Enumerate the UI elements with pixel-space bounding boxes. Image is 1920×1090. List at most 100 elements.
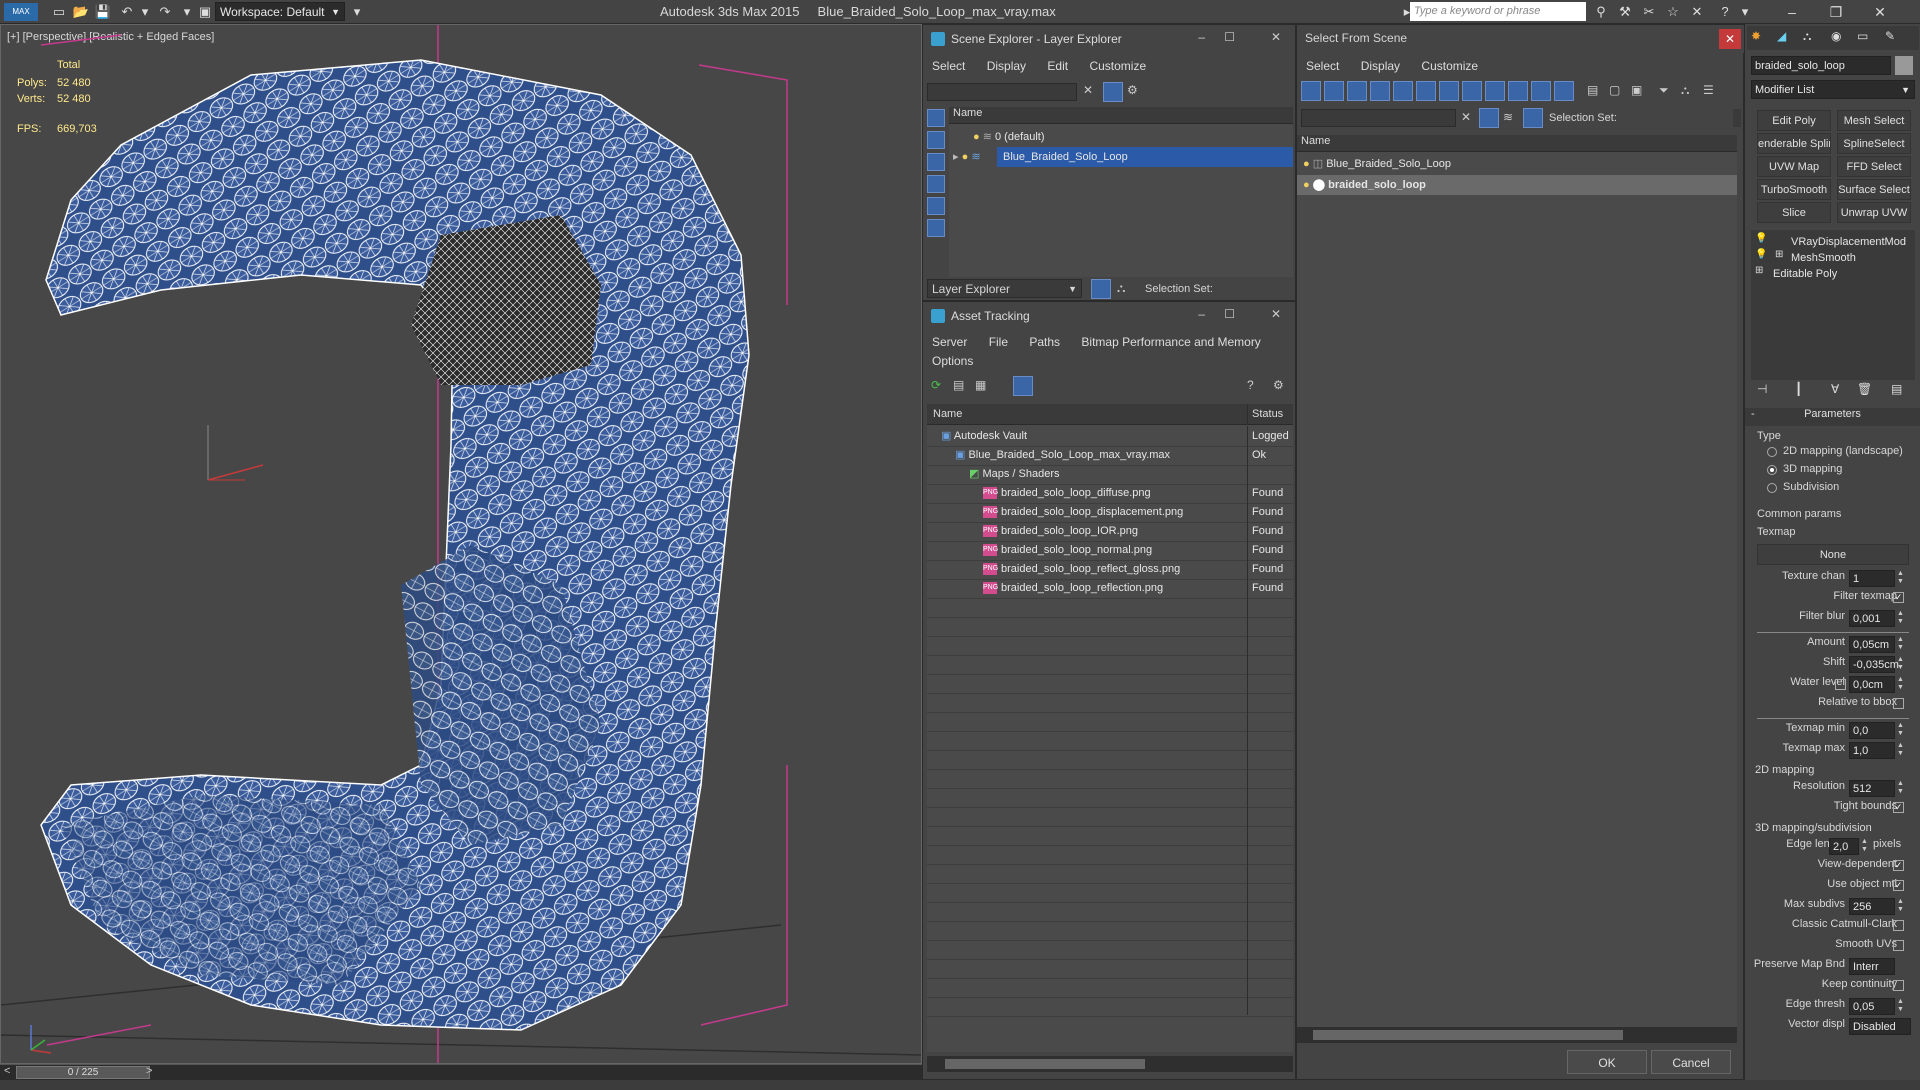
shift-spinner-icon[interactable]: ▲ ▼ bbox=[1897, 656, 1905, 672]
settings-icon[interactable]: ⚙ bbox=[1273, 378, 1284, 392]
save-icon[interactable]: 💾 bbox=[94, 3, 112, 21]
remove-modifier-icon[interactable]: 🗑 bbox=[1857, 382, 1872, 396]
modifier-button[interactable]: UVW Map bbox=[1757, 156, 1831, 177]
amount-field[interactable]: 0,05cm bbox=[1849, 636, 1895, 653]
texmap-min-field[interactable]: 0,0 bbox=[1849, 722, 1895, 739]
favorites-icon[interactable]: ☆ bbox=[1664, 3, 1682, 21]
refresh-icon[interactable]: ⟳ bbox=[931, 378, 941, 392]
empty-row[interactable] bbox=[927, 768, 1293, 789]
scene-explorer-search-input[interactable] bbox=[927, 83, 1077, 101]
display-helpers-icon[interactable] bbox=[927, 197, 945, 215]
options-icon[interactable]: ☰ bbox=[1703, 83, 1714, 97]
display-shapes-icon[interactable] bbox=[927, 131, 945, 149]
asset-row[interactable]: PNG braided_solo_loop_diffuse.png Found bbox=[927, 483, 1293, 504]
empty-row[interactable] bbox=[927, 844, 1293, 865]
empty-row[interactable] bbox=[927, 806, 1293, 827]
edge-thresh-field[interactable]: 0,05 bbox=[1849, 998, 1895, 1015]
empty-row[interactable] bbox=[927, 825, 1293, 846]
relative-to-bbox-checkbox[interactable] bbox=[1893, 698, 1904, 709]
empty-row[interactable] bbox=[927, 882, 1293, 903]
parameters-rollout-header[interactable]: - Parameters bbox=[1745, 408, 1920, 426]
new-file-icon[interactable]: ▭ bbox=[50, 3, 68, 21]
project-folder-icon[interactable]: ▣ bbox=[196, 3, 214, 21]
filter-blur-field[interactable]: 0,001 bbox=[1849, 610, 1895, 627]
edge-thresh-spinner-icon[interactable]: ▲ ▼ bbox=[1897, 998, 1905, 1014]
modifier-button[interactable]: Unwrap UVW bbox=[1837, 202, 1911, 223]
menu-options[interactable]: Options bbox=[923, 350, 982, 372]
empty-row[interactable] bbox=[927, 673, 1293, 694]
radio-2d-mapping[interactable] bbox=[1767, 447, 1777, 457]
chevron-right-icon[interactable]: > bbox=[146, 1065, 152, 1077]
vector-displ-field[interactable]: Disabled bbox=[1849, 1018, 1911, 1035]
object-row-braided-solo-loop[interactable]: ● ⬤ braided_solo_loop bbox=[1297, 175, 1737, 195]
empty-row[interactable] bbox=[927, 711, 1293, 732]
redo-dropdown-icon[interactable]: ▾ bbox=[178, 3, 196, 21]
perspective-viewport[interactable]: [+] [Perspective] [Realistic + Edged Fac… bbox=[0, 24, 922, 1064]
app-logo[interactable]: MAX bbox=[4, 3, 38, 21]
subscription-icon[interactable]: ⚒ bbox=[1616, 3, 1634, 21]
resolution-spinner-icon[interactable]: ▲ ▼ bbox=[1897, 780, 1905, 796]
asset-row[interactable]: PNG braided_solo_loop_normal.png Found bbox=[927, 540, 1293, 561]
asset-row[interactable]: PNG braided_solo_loop_reflection.png Found bbox=[927, 578, 1293, 599]
create-tab-icon[interactable]: ✸ bbox=[1751, 29, 1761, 43]
scrollbar-thumb[interactable] bbox=[1313, 1030, 1623, 1040]
close-icon[interactable]: ✕ bbox=[1862, 2, 1898, 22]
edge-length-spinner-icon[interactable]: ▲ ▼ bbox=[1861, 838, 1869, 854]
select-invert-icon[interactable]: ▣ bbox=[1631, 83, 1642, 97]
chevron-left-icon[interactable]: < bbox=[4, 1065, 10, 1077]
empty-row[interactable] bbox=[927, 996, 1293, 1017]
exchange-icon[interactable]: ✕ bbox=[1688, 3, 1706, 21]
asset-row[interactable]: PNG braided_solo_loop_displacement.png Fou… bbox=[927, 502, 1293, 523]
texture-chan-field[interactable]: 1 bbox=[1849, 570, 1895, 587]
classic-catmull-clark-checkbox[interactable] bbox=[1893, 920, 1904, 931]
empty-row[interactable] bbox=[927, 863, 1293, 884]
object-name-field[interactable]: braided_solo_loop bbox=[1751, 56, 1891, 75]
tight-bounds-checkbox[interactable]: ✓ bbox=[1893, 802, 1904, 813]
menu-display[interactable]: Display bbox=[978, 55, 1035, 77]
configure-sets-icon[interactable]: ▤ bbox=[1891, 382, 1902, 396]
hierarchy-icon[interactable]: ⛬ bbox=[1117, 281, 1125, 296]
asset-row[interactable]: ▣ Blue_Braided_Solo_Loop_max_vray.max Ok bbox=[927, 445, 1293, 466]
display-tab-icon[interactable]: ▭ bbox=[1857, 29, 1868, 43]
modifier-button[interactable]: Surface Select bbox=[1837, 179, 1911, 200]
menu-edit[interactable]: Edit bbox=[1038, 55, 1077, 77]
close-icon[interactable]: ✕ bbox=[1271, 307, 1281, 321]
layer-row-braided-loop[interactable]: Blue_Braided_Solo_Loop bbox=[997, 147, 1293, 167]
close-icon[interactable]: ✕ bbox=[1271, 30, 1281, 44]
expand-arrow-icon[interactable]: ▸ bbox=[953, 151, 959, 163]
hierarchy-icon[interactable]: ⛬ bbox=[1681, 83, 1689, 98]
edge-length-field[interactable]: 2,0 bbox=[1829, 838, 1859, 855]
select-none-icon[interactable]: ▢ bbox=[1609, 83, 1620, 97]
empty-row[interactable] bbox=[927, 635, 1293, 656]
lightbulb-icon[interactable]: 💡 bbox=[1755, 233, 1767, 244]
undo-icon[interactable]: ↶ bbox=[118, 3, 136, 21]
cancel-button[interactable]: Cancel bbox=[1651, 1050, 1731, 1074]
modifier-button[interactable]: FFD Select bbox=[1837, 156, 1911, 177]
lightbulb-icon[interactable]: ● bbox=[962, 151, 969, 163]
smooth-uvs-checkbox[interactable] bbox=[1893, 940, 1904, 951]
modifier-button[interactable]: Edit Poly bbox=[1757, 110, 1831, 131]
shift-field[interactable]: -0,035cm bbox=[1849, 656, 1899, 673]
show-end-result-icon[interactable]: ┃ bbox=[1795, 382, 1802, 396]
lightbulb-icon[interactable]: ● bbox=[973, 131, 980, 143]
motion-tab-icon[interactable]: ◉ bbox=[1831, 29, 1841, 43]
layer-list-header[interactable]: Name bbox=[949, 107, 1293, 124]
expand-icon[interactable]: ⊞ bbox=[1755, 265, 1763, 276]
filter-containers-icon[interactable] bbox=[1508, 81, 1528, 101]
horizontal-scrollbar[interactable] bbox=[1297, 1027, 1737, 1043]
display-spacewarps-icon[interactable] bbox=[927, 219, 945, 237]
texmap-min-spinner-icon[interactable]: ▲ ▼ bbox=[1897, 722, 1905, 738]
water-level-checkbox[interactable] bbox=[1835, 679, 1846, 690]
texture-chan-spinner-icon[interactable]: ▲ ▼ bbox=[1897, 570, 1905, 586]
display-cameras-icon[interactable] bbox=[927, 175, 945, 193]
layers-icon[interactable]: ≋ bbox=[1503, 110, 1513, 124]
undo-dropdown-icon[interactable]: ▾ bbox=[136, 3, 154, 21]
empty-row[interactable] bbox=[927, 616, 1293, 637]
layer-row-default[interactable]: ● ≋ 0 (default) bbox=[949, 127, 1293, 147]
binoculars-icon[interactable]: ⚲ bbox=[1592, 3, 1610, 21]
workspace-dropdown[interactable]: Workspace: Default ▼ bbox=[215, 2, 345, 21]
filter-shapes-icon[interactable] bbox=[1324, 81, 1344, 101]
pin-stack-icon[interactable]: ⊣ bbox=[1757, 382, 1767, 396]
hierarchy-tab-icon[interactable]: ⛬ bbox=[1803, 29, 1811, 44]
filter-hidden-icon[interactable] bbox=[1554, 81, 1574, 101]
